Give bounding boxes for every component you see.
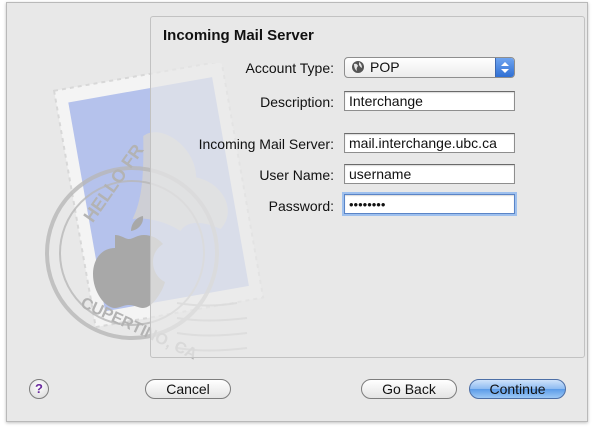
account-type-label: Account Type: bbox=[245, 60, 334, 76]
form-panel: Incoming Mail Server Account Type: POP D… bbox=[150, 16, 585, 358]
incoming-server-label: Incoming Mail Server: bbox=[198, 136, 334, 152]
section-title: Incoming Mail Server bbox=[163, 27, 314, 44]
help-icon: ? bbox=[35, 381, 43, 396]
password-label: Password: bbox=[268, 198, 334, 214]
description-field[interactable]: Interchange bbox=[344, 91, 515, 111]
help-button[interactable]: ? bbox=[29, 379, 49, 399]
continue-button[interactable]: Continue bbox=[469, 379, 566, 399]
globe-icon bbox=[352, 61, 364, 73]
account-type-select[interactable]: POP bbox=[344, 57, 515, 78]
select-arrows-icon bbox=[495, 58, 514, 77]
incoming-server-field[interactable]: mail.interchange.ubc.ca bbox=[344, 133, 515, 153]
cancel-button[interactable]: Cancel bbox=[145, 379, 231, 399]
mail-setup-window: HELLO FR CUPERTINO, CA Incoming Mail Ser… bbox=[6, 2, 588, 422]
account-type-value: POP bbox=[370, 59, 400, 75]
password-field[interactable]: •••••••• bbox=[344, 194, 515, 214]
description-label: Description: bbox=[260, 94, 334, 110]
username-label: User Name: bbox=[259, 167, 334, 183]
username-field[interactable]: username bbox=[344, 164, 515, 184]
go-back-button[interactable]: Go Back bbox=[361, 379, 457, 399]
